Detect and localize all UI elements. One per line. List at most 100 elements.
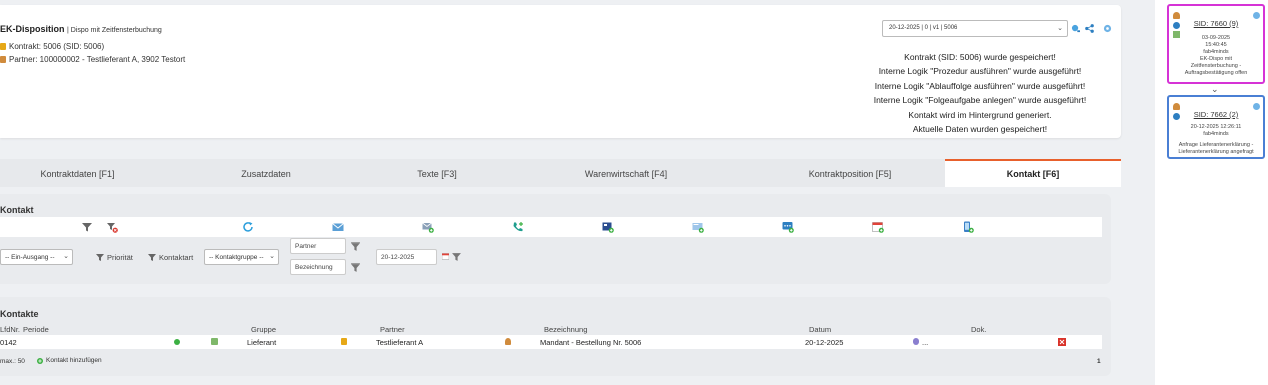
search-version-icon[interactable] — [1071, 24, 1080, 33]
chat-add-icon[interactable] — [782, 221, 794, 233]
filter-icon — [148, 254, 156, 261]
share-icon[interactable] — [1173, 113, 1180, 120]
refresh-icon[interactable] — [242, 221, 254, 233]
filter-icon[interactable] — [81, 221, 93, 233]
chart-icon[interactable] — [1173, 31, 1180, 38]
status-message: Interne Logik "Ablauffolge ausführen" wu… — [874, 80, 1086, 91]
kontakt-toolbar — [0, 217, 1102, 237]
tab-kontraktposition[interactable]: Kontraktposition [F5] — [755, 159, 945, 187]
kontakte-panel: Kontakte LfdNr. Periode Gruppe Partner B… — [0, 297, 1111, 376]
chevron-down-icon: ⌄ — [1211, 84, 1219, 94]
partner-filter-input[interactable]: Partner — [290, 238, 346, 254]
page-number[interactable]: 1 — [1097, 358, 1101, 365]
tab-bar: Kontraktdaten [F1] Zusatzdaten Texte [F3… — [0, 159, 1121, 187]
tab-warenwirtschaft[interactable]: Warenwirtschaft [F4] — [497, 159, 755, 187]
cell-partner: Testlieferant A — [376, 338, 424, 347]
status-message: Interne Logik "Folgeaufgabe anlegen" wur… — [873, 95, 1087, 106]
status-message: Interne Logik "Prozedur ausführen" wurde… — [878, 66, 1082, 77]
sid-link[interactable]: SID: 7662 (2) — [1169, 110, 1263, 119]
add-contact-button[interactable]: Kontakt hinzufügen — [37, 357, 102, 364]
sid-desc: Zeitfensterbuchung - — [1190, 63, 1242, 69]
prioritaet-filter[interactable]: Priorität — [96, 253, 133, 262]
status-message: Kontrakt (SID: 5006) wurde gespeichert! — [904, 52, 1056, 62]
status-dot-icon — [174, 339, 180, 345]
group-icon — [211, 338, 218, 345]
col-header-dok[interactable]: Dok. — [971, 325, 986, 334]
filter-clear-icon[interactable] — [106, 221, 118, 233]
page-subtitle: | Dispo mit Zeitfensterbuchung — [67, 27, 162, 34]
tab-zusatzdaten[interactable]: Zusatzdaten — [155, 159, 377, 187]
email-add-icon[interactable] — [422, 221, 434, 233]
col-header-periode[interactable]: Periode — [23, 325, 49, 334]
attachment-icon[interactable] — [913, 338, 919, 345]
calendar-icon[interactable] — [442, 253, 449, 260]
date-filter-icon[interactable] — [452, 252, 461, 262]
col-header-bezeichnung[interactable]: Bezeichnung — [544, 325, 587, 334]
col-header-gruppe[interactable]: Gruppe — [251, 325, 276, 334]
kontakte-panel-title: Kontakte — [0, 309, 39, 319]
table-row[interactable]: 0142 Lieferant Testlieferant A Mandant -… — [0, 335, 1102, 349]
priority-icon — [341, 338, 347, 345]
page-title-text: EK-Disposition — [0, 24, 65, 34]
calendar-add-icon[interactable] — [872, 221, 884, 233]
person-icon — [505, 338, 511, 345]
partner-filter-icon[interactable] — [351, 242, 360, 252]
kontakt-panel: Kontakt -- Ein-Ausgang -- ⌄ Priorität Ko… — [0, 194, 1111, 284]
sid-desc: Lieferantenerklärung angefragt — [1178, 149, 1254, 155]
status-messages: Kontrakt (SID: 5006) wurde gespeichert! … — [860, 50, 1100, 136]
mobile-add-icon[interactable] — [962, 221, 974, 233]
version-select[interactable]: 20-12-2025 | 0 | v1 | 5006 ⌄ — [882, 20, 1068, 37]
person-icon — [1173, 12, 1180, 19]
kontaktart-filter[interactable]: Kontaktart — [148, 253, 193, 262]
filter-icon — [96, 254, 104, 261]
cell-gruppe: Lieferant — [247, 338, 277, 347]
chevron-down-icon: ⌄ — [63, 253, 69, 260]
add-icon — [37, 357, 43, 364]
sid-user: fab4minds — [1203, 49, 1229, 55]
cell-datum: 20-12-2025 — [805, 338, 844, 347]
delete-icon[interactable] — [1058, 338, 1066, 346]
sid-user: fab4minds — [1203, 131, 1229, 137]
date-filter-input[interactable]: 20-12-2025 — [376, 249, 437, 265]
col-header-datum[interactable]: Datum — [809, 325, 831, 334]
bezeichnung-filter-input[interactable]: Bezeichnung — [290, 259, 346, 275]
partner-text[interactable]: Partner: 100000002 - Testlieferant A, 39… — [9, 55, 185, 64]
email-in-icon[interactable] — [332, 221, 344, 233]
contract-icon — [0, 43, 6, 50]
bezeichnung-filter-icon[interactable] — [351, 263, 360, 273]
phone-add-icon[interactable] — [512, 221, 524, 233]
date-filter-value: 20-12-2025 — [381, 254, 415, 261]
info-icon[interactable] — [1253, 103, 1260, 110]
share-version-icon[interactable] — [1085, 24, 1094, 33]
chevron-down-icon: ⌄ — [1057, 25, 1063, 32]
fax-add-icon[interactable] — [602, 221, 614, 233]
bezeichnung-placeholder: Bezeichnung — [295, 264, 333, 271]
share-icon[interactable] — [1173, 22, 1180, 29]
settings-icon[interactable] — [1103, 24, 1112, 33]
sid-link[interactable]: SID: 7660 (9) — [1169, 19, 1263, 28]
version-select-value: 20-12-2025 | 0 | v1 | 5006 — [889, 25, 958, 31]
info-icon[interactable] — [1253, 12, 1260, 19]
sid-desc: EK-Dispo mit — [1199, 56, 1233, 62]
sid-time: 15:40:45 — [1205, 42, 1227, 48]
partner-info: Partner: 100000002 - Testlieferant A, 39… — [0, 55, 185, 64]
sid-desc: Anfrage Lieferantenerklärung - — [1178, 142, 1254, 148]
direction-select-value: -- Ein-Ausgang -- — [5, 254, 55, 261]
tab-kontakt[interactable]: Kontakt [F6] — [945, 159, 1121, 187]
prioritaet-label: Priorität — [107, 253, 133, 262]
direction-select[interactable]: -- Ein-Ausgang -- ⌄ — [0, 249, 73, 265]
col-header-lfdnr[interactable]: LfdNr. — [0, 325, 20, 334]
tab-texte[interactable]: Texte [F3] — [377, 159, 497, 187]
partner-icon — [0, 56, 6, 63]
sid-date: 03-09-2025 — [1201, 35, 1231, 41]
contract-info: Kontrakt: 5006 (SID: 5006) — [0, 42, 104, 51]
sid-card-7662[interactable]: SID: 7662 (2) 20-12-2025 12:26:11 fab4mi… — [1167, 95, 1265, 159]
sid-card-7660[interactable]: SID: 7660 (9) 03-09-2025 15:40:45 fab4mi… — [1167, 4, 1265, 84]
col-header-partner[interactable]: Partner — [380, 325, 405, 334]
cell-dok[interactable]: ... — [922, 338, 928, 347]
kontaktgruppe-select[interactable]: -- Kontaktgruppe -- ⌄ — [204, 249, 279, 265]
letter-add-icon[interactable] — [692, 221, 704, 233]
kontakt-panel-title: Kontakt — [0, 205, 34, 215]
partner-placeholder: Partner — [295, 243, 317, 250]
tab-kontraktdaten[interactable]: Kontraktdaten [F1] — [0, 159, 155, 187]
